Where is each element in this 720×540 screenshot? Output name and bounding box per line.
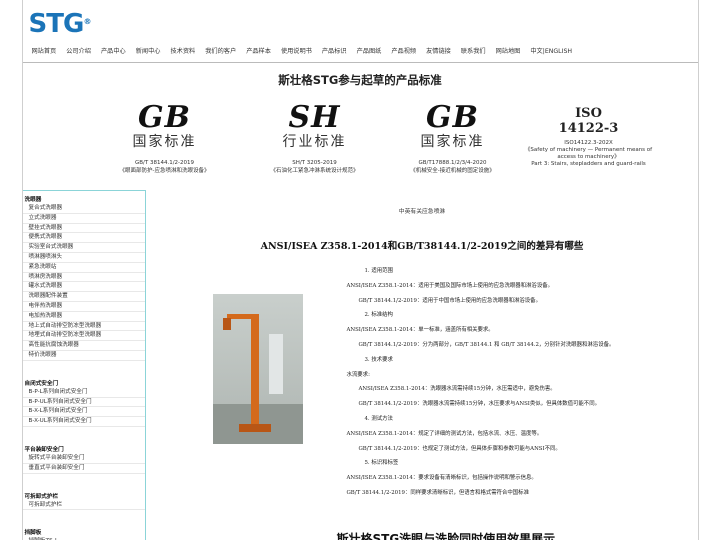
article-paragraph: 1. 适用范围 — [364, 268, 393, 274]
sidebar-item[interactable]: 喷淋房洗眼器 — [22, 273, 145, 283]
article-paragraph: 4. 测试方法 — [364, 415, 393, 422]
standard-type: 行业标准 — [282, 134, 347, 150]
standard-desc-3: Part 3: Stairs, stepladders and guard-ra… — [531, 161, 646, 167]
sidebar-item[interactable]: 复合式洗眼器 — [22, 204, 145, 214]
header: STG ® 网站首页 公司介绍 产品中心 新闻中心 技术资料 我们的客户 产品样本 使用说明书… — [22, 0, 698, 63]
standard-desc: 《机械安全-接近机械的固定设施》 — [410, 168, 495, 174]
article-paragraph: ANSI/ISEA Z358.1-2014：洗眼器水流需持续15分钟，水压需适中… — [358, 386, 556, 393]
sidebar-item[interactable]: 紧急洗眼站 — [22, 263, 145, 273]
sidebar-item[interactable]: 高性能抗腐蚀洗眼器 — [22, 341, 145, 351]
article-paragraph: 5. 标识和标签 — [364, 460, 399, 467]
main-nav: 网站首页 公司介绍 产品中心 新闻中心 技术资料 我们的客户 产品样本 使用说明书 产品标识 产品… — [27, 46, 578, 55]
nav-item[interactable]: 使用说明书 — [276, 46, 317, 55]
gb-logo: GB — [426, 100, 479, 135]
nav-item[interactable]: 公司介绍 — [61, 46, 96, 55]
nav-item[interactable]: 产品视频 — [386, 46, 421, 55]
article-paragraph: GB/T 38144.1/2-2019：也规定了测试方法，但具体步骤和参数可能与… — [358, 445, 561, 452]
article-paragraph: 2. 标准结构 — [364, 312, 393, 319]
standard-code: ISO14122.3-202X — [564, 140, 613, 146]
sidebar-section-title[interactable]: 挡脚板 — [23, 524, 145, 537]
standards-title: 斯壮格STG参与起草的产品标准 — [278, 73, 442, 87]
sidebar-item[interactable]: B-P-UL系列自闭式安全门 — [22, 398, 145, 408]
sidebar-item[interactable]: 可拆卸式护栏 — [22, 501, 145, 511]
nav-item[interactable]: 网站首页 — [27, 46, 62, 55]
sidebar-item[interactable]: 特价洗眼器 — [22, 351, 145, 361]
sidebar-item[interactable]: B-P-L系列自闭式安全门 — [22, 388, 145, 398]
standard-gb-17888[interactable]: GB 国家标准 GB/T17888.1/2/3/4-2020 《机械安全-接近机… — [383, 100, 523, 175]
article-paragraph: 3. 技术要求 — [364, 356, 393, 363]
nav-item[interactable]: 产品标识 — [317, 46, 352, 55]
product-sidebar: 洗眼器 复合式洗眼器 立式洗眼器 壁挂式洗眼器 便携式洗眼器 实验室台式洗眼器 喷淋器喷淋头… — [22, 190, 146, 540]
breadcrumb[interactable]: 中英有关应急喷淋 — [147, 206, 698, 215]
article-paragraph: GB/T 38144.1/2-2019：同样要求清晰标识，但语言和格式需符合中国… — [346, 489, 529, 496]
sidebar-item[interactable]: 壁挂式洗眼器 — [22, 224, 145, 234]
sidebar-section-title[interactable]: 可拆卸式护栏 — [23, 488, 145, 501]
article-paragraph: ANSI/ISEA Z358.1-2014：单一标准，涵盖所有相关要求。 — [346, 327, 494, 334]
nav-item[interactable]: 网站地图 — [491, 46, 526, 55]
gb-logo: GB — [138, 100, 191, 135]
nav-item[interactable]: 联系我们 — [456, 46, 491, 55]
sidebar-item[interactable]: 电加热洗眼器 — [22, 312, 145, 322]
nav-item[interactable]: 中文|ENGLISH — [525, 46, 577, 55]
sidebar-item[interactable]: 洗眼器配件装置 — [22, 292, 145, 302]
logo-text: STG — [28, 9, 85, 39]
standard-desc-1: 《Safety of machinery — Permanent means o… — [524, 147, 653, 153]
nav-item[interactable]: 产品中心 — [96, 46, 131, 55]
article: 中英有关应急喷淋 ANSI/ISEA Z358.1-2014和GB/T38144… — [147, 190, 698, 540]
standard-iso-14122[interactable]: ISO 14122-3 ISO14122.3-202X 《Safety of m… — [509, 106, 669, 168]
sidebar-item[interactable]: 垂直式平台装卸安全门 — [22, 464, 145, 474]
standard-desc: 《眼面部防护-应急喷淋和洗眼设备》 — [119, 168, 210, 174]
sidebar-item[interactable]: 便携式洗眼器 — [22, 233, 145, 244]
sidebar-item[interactable]: 实验室台式洗眼器 — [22, 243, 145, 253]
sidebar-section-title[interactable]: 自闭式安全门 — [23, 375, 145, 388]
article-paragraph: 水流要求: — [346, 371, 370, 378]
article-body: 1. 适用范围 ANSI/ISEA Z358.1-2014：适用于美国及国际市场上… — [347, 264, 677, 501]
sidebar-item[interactable]: 地埋式自动排空防冻型洗眼器 — [22, 331, 145, 342]
nav-item[interactable]: 产品样本 — [241, 46, 276, 55]
article-paragraph: GB/T 38144.1/2-2019：分为两部分，GB/T 38144.1 和… — [358, 341, 615, 348]
standard-type: 国家标准 — [132, 134, 197, 150]
sidebar-item[interactable]: 立式洗眼器 — [22, 214, 145, 224]
standard-desc-2: access to machinery》 — [557, 154, 620, 160]
standard-type: 国家标准 — [420, 134, 485, 150]
eyewash-station-photo — [212, 294, 303, 444]
sidebar-item[interactable]: B-X-L系列自闭式安全门 — [22, 407, 145, 418]
sh-logo: SH — [288, 100, 341, 135]
sidebar-item[interactable]: 喷淋器喷淋头 — [22, 253, 145, 263]
sidebar-item[interactable]: 罐水式洗眼器 — [22, 282, 145, 293]
iso-logo-line2: 14122-3 — [558, 121, 619, 136]
nav-item[interactable]: 技术资料 — [166, 46, 201, 55]
nav-item[interactable]: 新闻中心 — [131, 46, 166, 55]
standard-gb-38144[interactable]: GB 国家标准 GB/T 38144.1/2-2019 《眼面部防护-应急喷淋和… — [95, 100, 235, 175]
sidebar-item[interactable]: 电伴热洗眼器 — [22, 302, 145, 312]
sidebar-item[interactable]: B-X-UL系列自闭式安全门 — [22, 417, 145, 427]
article-paragraph: GB/T 38144.1/2-2019：洗眼器水流需持续15分钟，水压要求与AN… — [358, 401, 600, 408]
standards-row: GB 国家标准 GB/T 38144.1/2-2019 《眼面部防护-应急喷淋和… — [23, 102, 698, 182]
sidebar-item[interactable]: 地上式自动排空防冻型洗眼器 — [22, 322, 145, 332]
article-title: ANSI/ISEA Z358.1-2014和GB/T38144.1/2-2019… — [260, 241, 584, 252]
registered-mark: ® — [83, 17, 92, 26]
article-paragraph: ANSI/ISEA Z358.1-2014：适用于美国及国际市场上使用的应急洗眼… — [346, 282, 554, 289]
sidebar-item[interactable]: 旋转式平台装卸安全门 — [22, 454, 145, 464]
nav-item[interactable]: 友情链接 — [421, 46, 456, 55]
sidebar-section-title[interactable]: 平台装卸安全门 — [23, 441, 145, 454]
section-title: 斯壮格STG洗眼与洗脸同时使用效果展示 — [336, 532, 556, 540]
standard-sh-3205[interactable]: SH 行业标准 SH/T 3205-2019 《石油化工紧急冲淋系统设计规范》 — [245, 100, 385, 175]
article-paragraph: ANSI/ISEA Z358.1-2014：要求设备有清晰标识，包括操作说明和警… — [346, 475, 537, 482]
standard-desc: 《石油化工紧急冲淋系统设计规范》 — [270, 168, 359, 174]
article-paragraph: ANSI/ISEA Z358.1-2014：规定了详细的测试方法，包括水流、水压… — [346, 430, 543, 437]
nav-item[interactable]: 产品图纸 — [352, 46, 387, 55]
nav-item[interactable]: 我们的客户 — [200, 46, 241, 55]
stg-logo[interactable]: STG ® — [28, 8, 92, 40]
sidebar-section-title[interactable]: 洗眼器 — [23, 191, 145, 204]
iso-logo-line1: ISO — [575, 106, 602, 121]
page: STG ® 网站首页 公司介绍 产品中心 新闻中心 技术资料 我们的客户 产品样本 使用说明书… — [21, 0, 699, 540]
article-paragraph: GB/T 38144.1/2-2019：适用于中国市场上使用的应急洗眼器和淋浴设… — [358, 297, 541, 304]
